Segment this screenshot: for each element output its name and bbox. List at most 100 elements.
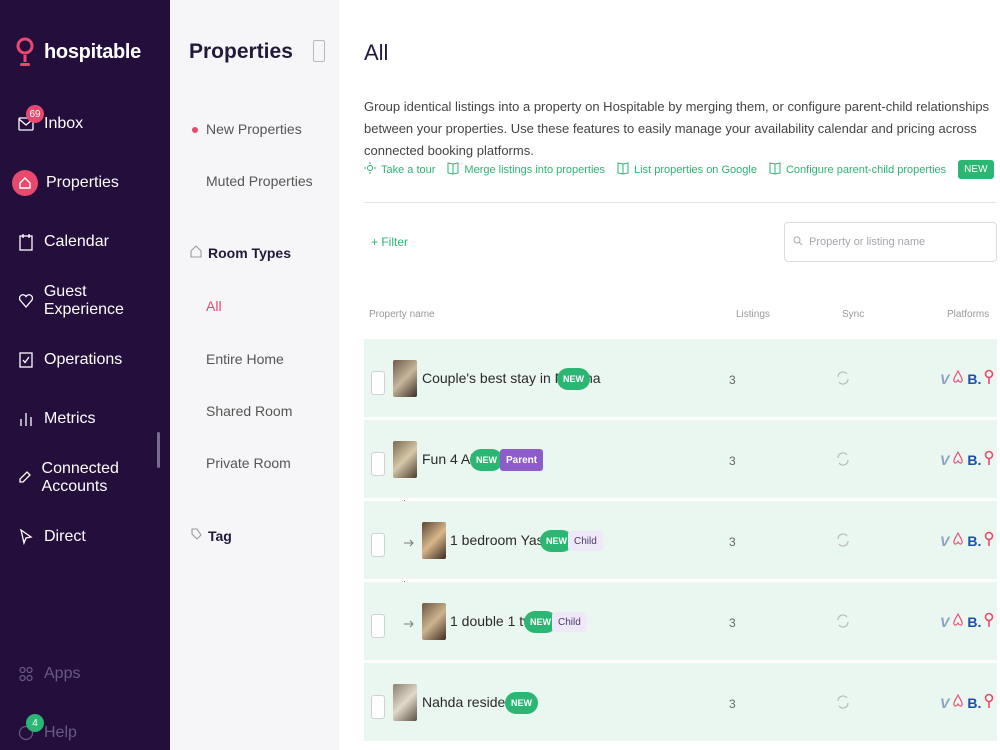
property-thumbnail <box>393 441 417 478</box>
platform-logos: V B. <box>940 369 994 388</box>
table-row[interactable]: Fun 4 All NEW Parent 3 V B. <box>364 420 997 500</box>
col-header-name[interactable]: Property name <box>369 309 435 320</box>
nav-item-apps[interactable]: Apps <box>0 652 170 696</box>
inbox-icon: 69 <box>16 105 44 135</box>
nav-item-connected-accounts[interactable]: Connected Accounts <box>0 456 170 500</box>
book-icon <box>769 161 781 178</box>
row-checkbox[interactable] <box>371 452 385 476</box>
bar-chart-icon <box>16 408 36 430</box>
table-row[interactable]: Nahda residence NEW 3 V B. <box>364 663 997 743</box>
subnav-room-private-room[interactable]: Private Room <box>206 455 291 471</box>
booking-icon: B. <box>967 532 982 549</box>
link-list-on-google[interactable]: List properties on Google <box>617 161 757 178</box>
nav-label-apps: Apps <box>44 665 81 682</box>
nav-item-help[interactable]: 4 Help <box>0 711 170 750</box>
link-merge-listings[interactable]: Merge listings into properties <box>447 161 605 178</box>
property-thumbnail <box>422 522 446 559</box>
subnav-title: Properties <box>189 40 293 63</box>
child-arrow-icon <box>404 535 414 553</box>
link-take-a-tour[interactable]: Take a tour <box>364 162 435 177</box>
sync-icon[interactable] <box>835 612 851 630</box>
hospitable-pin-icon <box>984 531 994 550</box>
main-nav: hospitable 69 Inbox Properties Calendar … <box>0 0 170 750</box>
divider <box>364 202 997 203</box>
nav-label-operations: Operations <box>44 351 123 368</box>
brand[interactable]: hospitable <box>16 36 141 68</box>
nav-label-calendar: Calendar <box>44 233 109 250</box>
page-title: All <box>364 40 389 65</box>
room-types-heading[interactable]: Room Types <box>190 244 291 261</box>
nav-item-guest-experience[interactable]: Guest Experience <box>0 279 170 323</box>
col-header-sync: Sync <box>842 309 865 320</box>
nav-item-operations[interactable]: Operations <box>0 338 170 382</box>
book-icon <box>617 161 629 178</box>
subnav-muted-properties[interactable]: Muted Properties <box>206 173 313 189</box>
nav-item-metrics[interactable]: Metrics <box>0 397 170 441</box>
new-indicator-dot <box>192 127 198 133</box>
heart-icon <box>16 290 36 312</box>
listings-count: 3 <box>729 454 736 468</box>
link-configure-parent-child[interactable]: Configure parent-child properties <box>769 161 946 178</box>
search-input[interactable] <box>809 236 989 248</box>
help-links: Take a tour Merge listings into properti… <box>364 160 994 179</box>
filter-button[interactable]: + Filter <box>371 235 408 249</box>
home-icon <box>12 170 38 196</box>
nav-label-direct: Direct <box>44 528 86 545</box>
nav-scrollbar[interactable] <box>157 432 160 468</box>
property-name[interactable]: Fun 4 All <box>422 451 476 467</box>
platform-logos: V B. <box>940 693 994 712</box>
subnav-room-all[interactable]: All <box>206 298 222 314</box>
sync-icon[interactable] <box>835 450 851 468</box>
airbnb-icon <box>952 693 964 711</box>
vrbo-icon: V <box>940 694 950 711</box>
new-badge: NEW <box>505 692 538 714</box>
tag-label: Tag <box>208 527 232 544</box>
nav-label-connected-accounts: Connected Accounts <box>41 460 119 495</box>
subnav-room-entire-home[interactable]: Entire Home <box>206 351 284 367</box>
new-badge: NEW <box>557 368 590 390</box>
search-box[interactable] <box>784 222 997 262</box>
link-icon <box>16 467 34 489</box>
subnav-room-shared-room[interactable]: Shared Room <box>206 403 292 419</box>
airbnb-icon <box>952 450 964 468</box>
nav-item-inbox[interactable]: 69 Inbox <box>0 102 170 146</box>
platform-logos: V B. <box>940 450 994 469</box>
table-row[interactable]: Couple's best stay in Medina NEW 3 V B. <box>364 339 997 419</box>
col-header-listings: Listings <box>736 309 770 320</box>
collapse-panel-button[interactable] <box>313 40 325 62</box>
table-row[interactable]: 1 double 1 twin NEW Child 3 V B. <box>364 582 997 662</box>
platform-logos: V B. <box>940 531 994 550</box>
search-icon <box>793 236 803 249</box>
nav-item-calendar[interactable]: Calendar <box>0 220 170 264</box>
airbnb-icon <box>952 531 964 549</box>
table-row[interactable]: 1 bedroom Yasmin NEW Child 3 V B. <box>364 501 997 581</box>
cursor-icon <box>16 526 36 548</box>
child-badge: Child <box>552 612 587 632</box>
nav-label-help: Help <box>44 724 77 741</box>
booking-icon: B. <box>967 451 982 468</box>
child-arrow-icon <box>404 616 414 634</box>
property-thumbnail <box>393 360 417 397</box>
room-types-label: Room Types <box>208 244 291 261</box>
nav-label-inbox: Inbox <box>44 115 84 132</box>
row-checkbox[interactable] <box>371 695 385 719</box>
nav-item-properties[interactable]: Properties <box>0 161 170 205</box>
sun-icon <box>364 162 376 177</box>
subnav-new-properties[interactable]: New Properties <box>206 121 302 137</box>
nav-item-direct[interactable]: Direct <box>0 515 170 559</box>
sync-icon[interactable] <box>835 693 851 711</box>
listings-count: 3 <box>729 697 736 711</box>
row-checkbox[interactable] <box>371 371 385 395</box>
vrbo-icon: V <box>940 532 950 549</box>
sync-icon[interactable] <box>835 531 851 549</box>
vrbo-icon: V <box>940 613 950 630</box>
sync-icon[interactable] <box>835 369 851 387</box>
hospitable-pin-icon <box>984 450 994 469</box>
hospitable-pin-icon <box>984 612 994 631</box>
inbox-badge: 69 <box>26 105 44 123</box>
tag-heading[interactable]: Tag <box>190 527 232 544</box>
property-thumbnail <box>422 603 446 640</box>
row-checkbox[interactable] <box>371 533 385 557</box>
row-checkbox[interactable] <box>371 614 385 638</box>
apps-grid-icon <box>16 663 36 685</box>
